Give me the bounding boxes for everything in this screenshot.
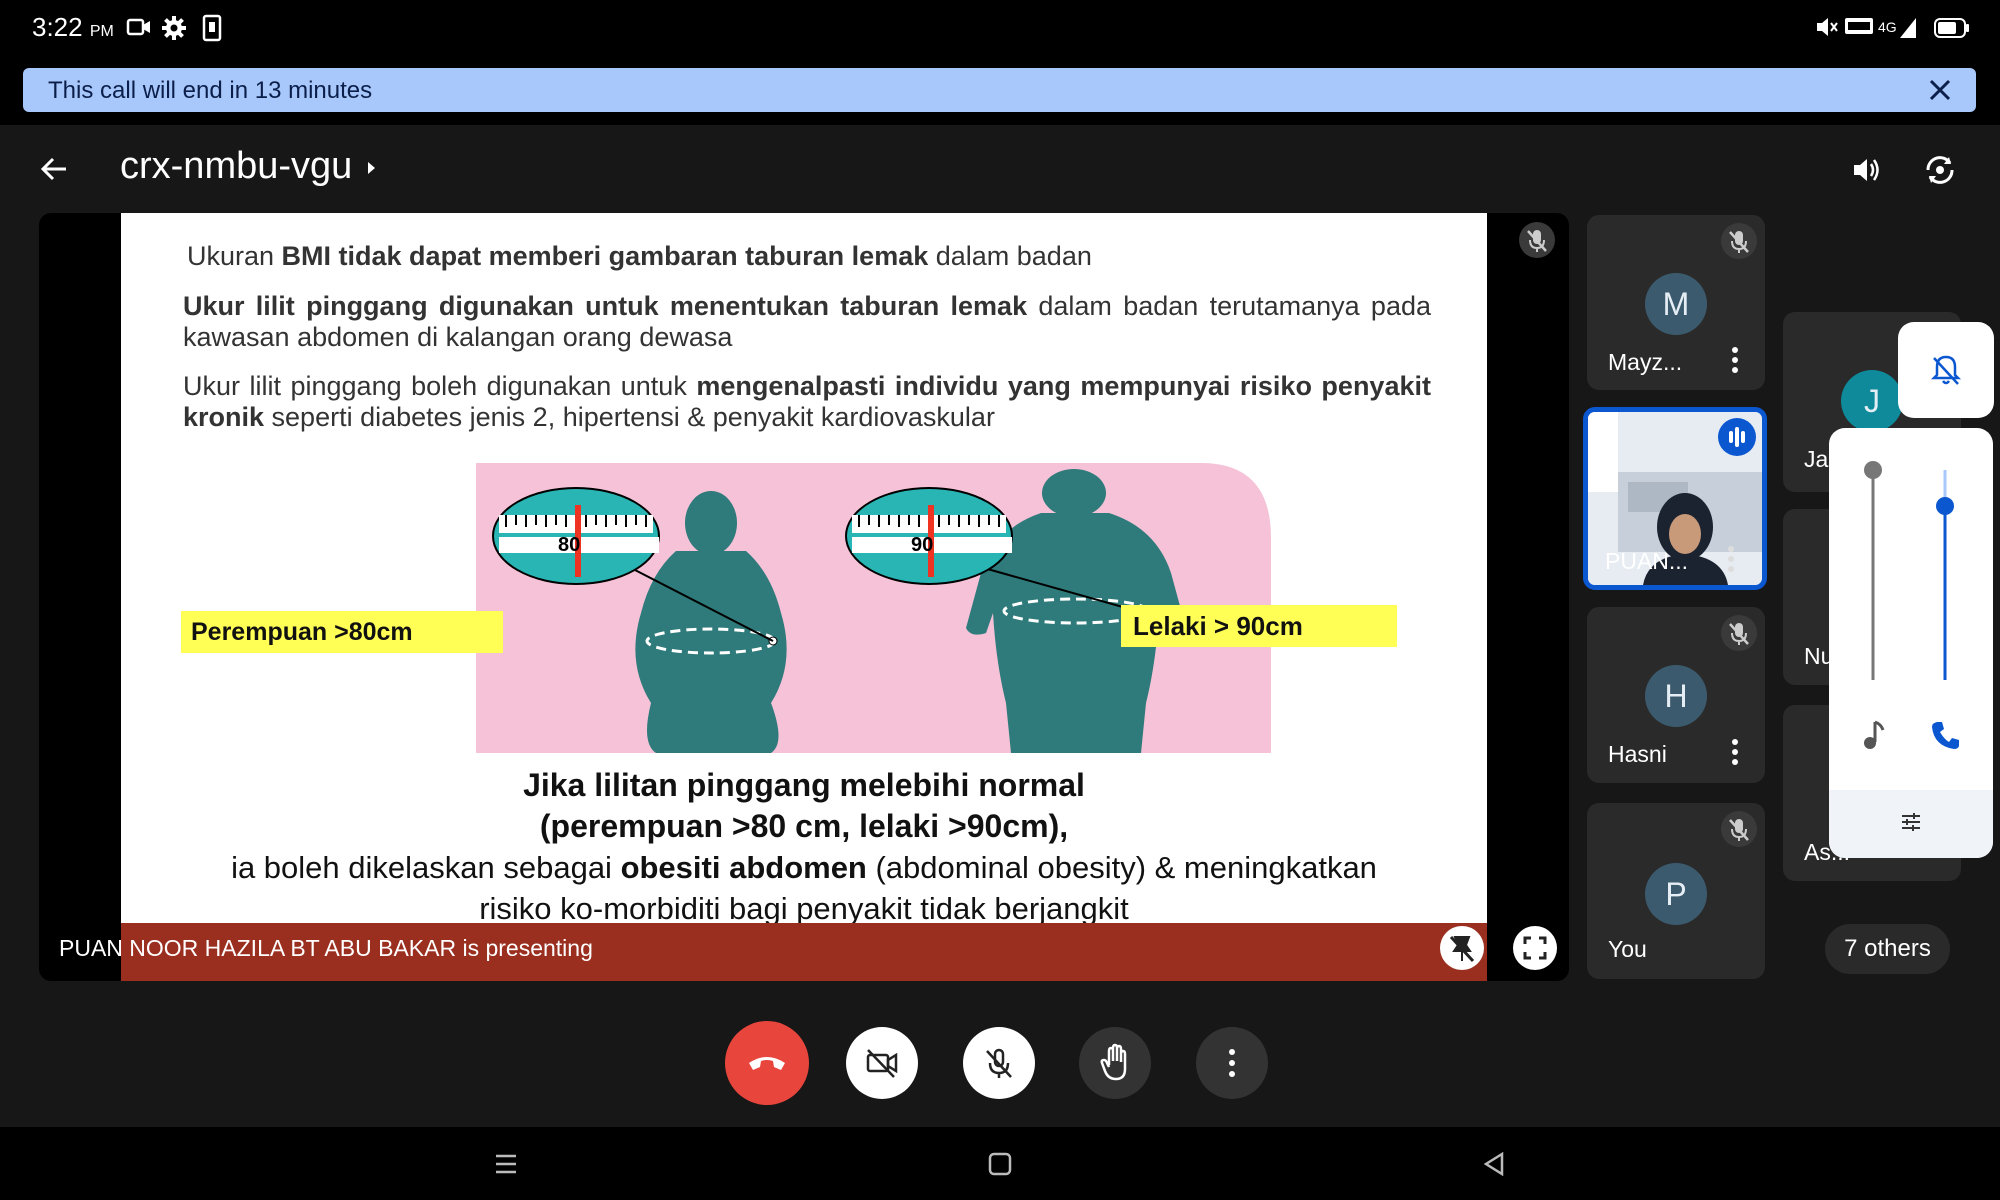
self-tile[interactable]: P You	[1587, 803, 1765, 979]
slide-conclusion: Jika lilitan pinggang melebihi normal (p…	[121, 765, 1487, 929]
music-note-icon[interactable]	[1859, 718, 1887, 752]
more-options-button[interactable]	[1196, 1027, 1268, 1099]
participant-name: Hasni	[1608, 741, 1667, 767]
status-ampm: PM	[89, 23, 114, 40]
svg-text:4G: 4G	[1878, 19, 1897, 35]
conclusion-line-2: (perempuan >80 cm, lelaki >90cm),	[539, 808, 1069, 844]
participant-tile-speaking[interactable]: PUAN...	[1583, 407, 1767, 590]
status-time: 3:22 PM	[32, 12, 114, 43]
meeting-code: crx-nmbu-vgu	[120, 145, 353, 187]
speaker-icon[interactable]	[1850, 153, 1884, 187]
mic-toggle-button[interactable]	[963, 1027, 1035, 1099]
slide-text: ia boleh dikelaskan sebagai	[231, 850, 621, 885]
participant-name: PUAN...	[1605, 548, 1689, 574]
video-camera-icon	[126, 18, 150, 36]
call-end-banner: This call will end in 13 minutes	[23, 68, 1976, 112]
mic-off-icon	[986, 1048, 1012, 1078]
speaking-indicator-icon	[1718, 418, 1756, 456]
caret-right-icon	[367, 162, 375, 174]
mic-off-icon	[1721, 615, 1757, 651]
more-options-icon[interactable]	[1729, 345, 1741, 375]
hand-icon	[1100, 1043, 1127, 1081]
raise-hand-button[interactable]	[1079, 1027, 1151, 1099]
recent-apps-icon[interactable]	[494, 1153, 518, 1175]
presentation-slide: Ukuran BMI tidak dapat memberi gambaran …	[121, 213, 1487, 926]
status-bar: 3:22 PM 4G	[0, 0, 2000, 56]
camera-off-icon	[866, 1049, 898, 1078]
slide-paragraph-3: Ukur lilit pinggang boleh digunakan untu…	[183, 371, 1431, 433]
hang-up-icon	[749, 1057, 785, 1070]
camera-toggle-button[interactable]	[846, 1027, 918, 1099]
slide-text-bold: Ukur lilit pinggang digunakan untuk mene…	[183, 291, 1028, 321]
more-vertical-icon	[1229, 1049, 1235, 1077]
fullscreen-icon[interactable]	[1512, 925, 1558, 971]
slide-text-bold: obesiti abdomen	[620, 850, 867, 885]
settings-gear-icon	[162, 16, 186, 40]
participant-tile[interactable]: H Hasni	[1587, 607, 1765, 783]
conclusion-line-3: ia boleh dikelaskan sebagai obesiti abdo…	[121, 847, 1487, 888]
switch-camera-icon[interactable]	[1922, 152, 1958, 188]
slide-text: seperti diabetes jenis 2, hipertensi & p…	[264, 402, 995, 432]
home-icon[interactable]	[988, 1152, 1012, 1176]
mic-off-icon	[1721, 811, 1757, 847]
avatar: P	[1645, 863, 1707, 925]
slide-paragraph-2: Ukur lilit pinggang digunakan untuk mene…	[183, 291, 1431, 353]
more-options-icon[interactable]	[1725, 544, 1737, 574]
presentation-stage[interactable]: Ukuran BMI tidak dapat memberi gambaran …	[39, 213, 1569, 981]
meeting-code-button[interactable]: crx-nmbu-vgu	[120, 145, 379, 188]
phone-call-icon[interactable]	[1929, 718, 1963, 752]
back-nav-icon[interactable]	[1482, 1151, 1506, 1177]
status-time-value: 3:22	[32, 12, 83, 42]
slide-paragraph-1: Ukuran BMI tidak dapat memberi gambaran …	[187, 241, 1427, 272]
bell-off-icon	[1930, 355, 1962, 385]
participant-tile[interactable]: M Mayz...	[1587, 215, 1765, 390]
participant-name: Mayz...	[1608, 349, 1683, 375]
mute-ringer-button[interactable]	[1898, 322, 1994, 418]
slide-text: Ukuran	[187, 241, 282, 271]
volume-panel	[1829, 428, 1993, 858]
avatar: H	[1645, 665, 1707, 727]
battery-icon	[1934, 18, 1969, 38]
slide-text-bold: BMI tidak dapat memberi gambaran taburan…	[281, 241, 929, 271]
conclusion-line-1: Jika lilitan pinggang melebihi normal	[523, 767, 1085, 803]
male-threshold-label: Lelaki > 90cm	[1121, 605, 1397, 647]
female-threshold-label: Perempuan >80cm	[181, 611, 503, 653]
slide-text: dalam badan	[928, 241, 1092, 271]
volume-mute-icon	[1817, 18, 1838, 36]
device-icon	[202, 14, 222, 42]
others-button[interactable]: 7 others	[1825, 924, 1950, 974]
system-nav-bar	[0, 1127, 2000, 1200]
app-bar: crx-nmbu-vgu	[0, 125, 2000, 215]
slide-text: (abdominal obesity) & meningkatkan	[866, 850, 1377, 885]
banner-text: This call will end in 13 minutes	[48, 77, 373, 104]
unpin-icon[interactable]	[1439, 925, 1485, 971]
back-arrow-icon[interactable]	[38, 153, 70, 185]
close-icon[interactable]	[1926, 76, 1954, 104]
mic-off-icon	[1721, 223, 1757, 259]
participant-name: Ja	[1804, 446, 1829, 472]
presenting-label: PUAN NOOR HAZILA BT ABU BAKAR is present…	[59, 935, 593, 961]
mic-off-icon	[1519, 222, 1555, 258]
slide-text: Ukur lilit pinggang boleh digunakan untu…	[183, 371, 697, 401]
end-call-button[interactable]	[725, 1021, 809, 1105]
signal-4g-icon: 4G	[1878, 18, 1916, 38]
tape-reading-80: 80	[558, 534, 580, 556]
avatar: J	[1841, 370, 1903, 432]
avatar: M	[1645, 273, 1707, 335]
equalizer-settings-icon	[1902, 813, 1920, 831]
tape-reading-90: 90	[911, 534, 933, 556]
volte-icon	[1845, 18, 1873, 34]
volume-settings[interactable]	[1829, 790, 1993, 858]
participant-name: You	[1608, 936, 1647, 962]
more-options-icon[interactable]	[1729, 737, 1741, 767]
